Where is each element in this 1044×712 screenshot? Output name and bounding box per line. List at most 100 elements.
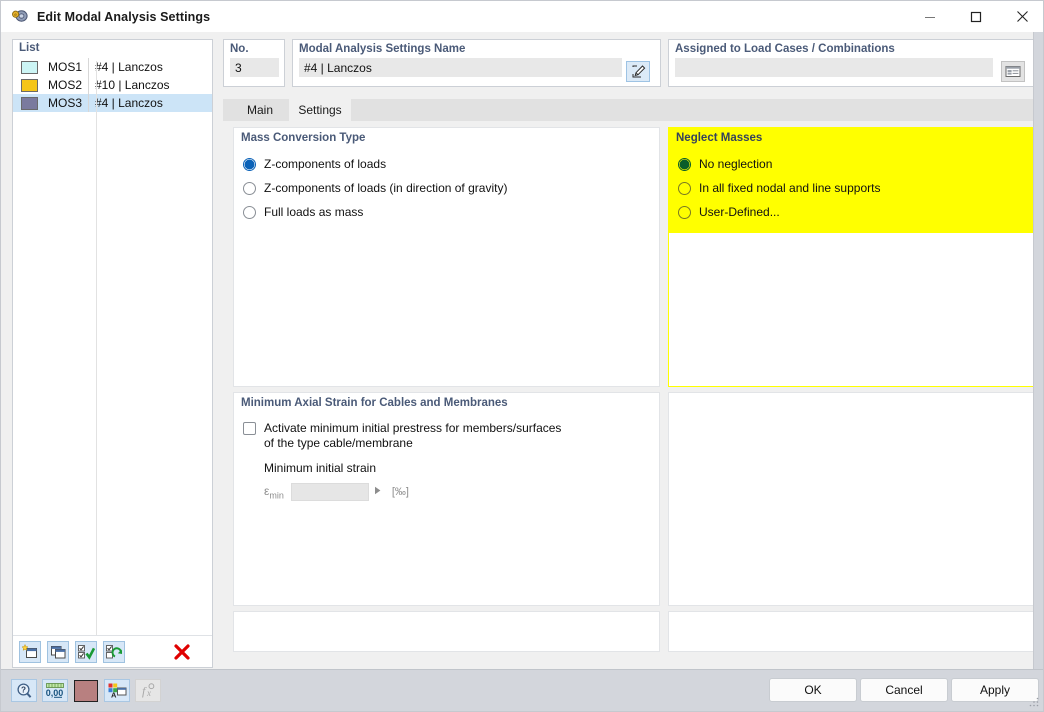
cancel-button[interactable]: Cancel [860, 678, 948, 702]
resize-grip[interactable] [1028, 696, 1040, 708]
color-swatch [21, 60, 38, 74]
color-button[interactable] [73, 679, 99, 702]
assigned-group: Assigned to Load Cases / Combinations [668, 39, 1034, 87]
right-rail [1033, 32, 1043, 671]
list-toolbar [13, 635, 212, 667]
invert-selection-button[interactable] [103, 640, 125, 663]
cell-divider [88, 58, 89, 76]
svg-text:?: ? [21, 686, 26, 695]
color-swatch [21, 96, 38, 110]
cell-divider [88, 94, 89, 112]
radio-indicator [243, 182, 256, 195]
checkbox-indicator [243, 422, 256, 435]
spinner-play-icon[interactable] [373, 485, 383, 499]
checkbox-label-line1: Activate minimum initial prestress for m… [264, 421, 562, 435]
list-item-code: MOS1 [48, 60, 83, 74]
list-panel: List MOS1 #4 | Lanczos MOS2 #10 | Lanczo… [12, 39, 213, 668]
list-item-description: #4 | Lanczos [95, 60, 163, 74]
radio-indicator [243, 206, 256, 219]
name-label: Modal Analysis Settings Name [299, 43, 466, 55]
radio-z-components-of-loads[interactable]: Z-components of loads [234, 157, 659, 172]
activate-min-prestress-checkbox[interactable]: Activate minimum initial prestress for m… [234, 421, 659, 451]
bottom-left-panel [233, 611, 660, 652]
neglect-masses-panel: Neglect Masses No neglection In all fixe… [668, 127, 1034, 387]
copy-item-button[interactable] [47, 640, 69, 663]
name-group: Modal Analysis Settings Name #4 | Lanczo… [292, 39, 661, 87]
svg-text:A: A [111, 691, 117, 699]
mass-conversion-title: Mass Conversion Type [241, 132, 366, 144]
minimum-initial-strain-row: εmin [‰] [234, 483, 659, 501]
checkbox-label-line2: of the type cable/membrane [264, 436, 413, 450]
apply-button-label: Apply [979, 683, 1011, 697]
min-axial-strain-title: Minimum Axial Strain for Cables and Memb… [241, 397, 508, 409]
min-axial-strain-panel: Minimum Axial Strain for Cables and Memb… [233, 392, 660, 606]
svg-text:x: x [146, 688, 151, 698]
radio-z-components-gravity[interactable]: Z-components of loads (in direction of g… [234, 181, 659, 196]
maximize-button[interactable] [953, 1, 999, 32]
window-title: Edit Modal Analysis Settings [37, 9, 211, 24]
units-button[interactable]: 0,00 [42, 679, 68, 702]
minimum-initial-strain-input[interactable] [290, 483, 369, 501]
display-props-button[interactable]: A [104, 679, 130, 702]
number-value[interactable]: 3 [230, 58, 279, 77]
svg-text:0,00: 0,00 [46, 688, 64, 698]
radio-all-fixed-supports[interactable]: In all fixed nodal and line supports [669, 181, 890, 196]
assigned-label: Assigned to Load Cases / Combinations [675, 43, 895, 55]
neglect-highlight-extension [890, 128, 1033, 233]
neglect-masses-title: Neglect Masses [676, 132, 763, 144]
radio-no-neglection[interactable]: No neglection [669, 157, 890, 172]
radio-label: In all fixed nodal and line supports [699, 181, 881, 195]
number-label: No. [230, 43, 249, 55]
epsilon-min-label: εmin [264, 483, 284, 501]
minimize-button[interactable] [907, 1, 953, 32]
list-item[interactable]: MOS2 #10 | Lanczos [13, 76, 212, 94]
list-item[interactable]: MOS3 #4 | Lanczos [13, 94, 212, 112]
radio-label: Z-components of loads [264, 157, 387, 171]
formula-button[interactable]: f x [135, 679, 161, 702]
bottom-icon-toolbar: ? 0,00 A f x [11, 679, 166, 702]
tab-main[interactable]: Main [231, 99, 289, 121]
ok-button-label: OK [804, 683, 822, 697]
help-button[interactable]: ? [11, 679, 37, 702]
minimum-initial-strain-label: Minimum initial strain [264, 461, 377, 475]
list-header-label: List [19, 42, 40, 54]
modal-analysis-icon: e [11, 8, 29, 26]
radio-indicator [243, 158, 256, 171]
radio-full-loads-as-mass[interactable]: Full loads as mass [234, 205, 659, 220]
tab-strip: Main Settings [223, 99, 1034, 121]
tab-settings[interactable]: Settings [289, 99, 351, 121]
radio-user-defined[interactable]: User-Defined... [669, 205, 890, 220]
close-button[interactable] [999, 1, 1043, 32]
apply-button[interactable]: Apply [951, 678, 1039, 702]
right-lower-panel [668, 392, 1034, 606]
bottom-bar: ? 0,00 A f x OK Cancel Apply [1, 669, 1043, 711]
radio-label: User-Defined... [699, 205, 780, 219]
mass-conversion-panel: Mass Conversion Type Z-components of loa… [233, 127, 660, 387]
list-item-description: #4 | Lanczos [95, 96, 163, 110]
delete-item-button[interactable] [171, 641, 193, 663]
radio-indicator [678, 206, 691, 219]
cancel-button-label: Cancel [885, 683, 923, 697]
pencil-edit-icon[interactable] [626, 61, 650, 82]
select-all-button[interactable] [75, 640, 97, 663]
radio-label: No neglection [699, 157, 773, 171]
list-item-description: #10 | Lanczos [95, 78, 170, 92]
radio-label: Full loads as mass [264, 205, 364, 219]
new-item-button[interactable] [19, 640, 41, 663]
list-item[interactable]: MOS1 #4 | Lanczos [13, 58, 212, 76]
color-swatch-icon [74, 679, 98, 702]
strain-unit-label: [‰] [391, 486, 409, 498]
dialog-window: e Edit Modal Analysis Settings List MOS1… [0, 0, 1044, 712]
name-input[interactable]: #4 | Lanczos [299, 58, 622, 77]
list-column-divider [96, 61, 97, 646]
assigned-input[interactable] [675, 58, 993, 77]
bottom-right-panel [668, 611, 1034, 652]
radio-indicator [678, 182, 691, 195]
tab-settings-label: Settings [298, 103, 342, 117]
radio-indicator [678, 158, 691, 171]
ok-button[interactable]: OK [769, 678, 857, 702]
checkbox-label: Activate minimum initial prestress for m… [264, 421, 561, 451]
title-bar: e Edit Modal Analysis Settings [1, 1, 1043, 32]
cell-divider [88, 76, 89, 94]
table-list-icon[interactable] [1001, 61, 1025, 82]
